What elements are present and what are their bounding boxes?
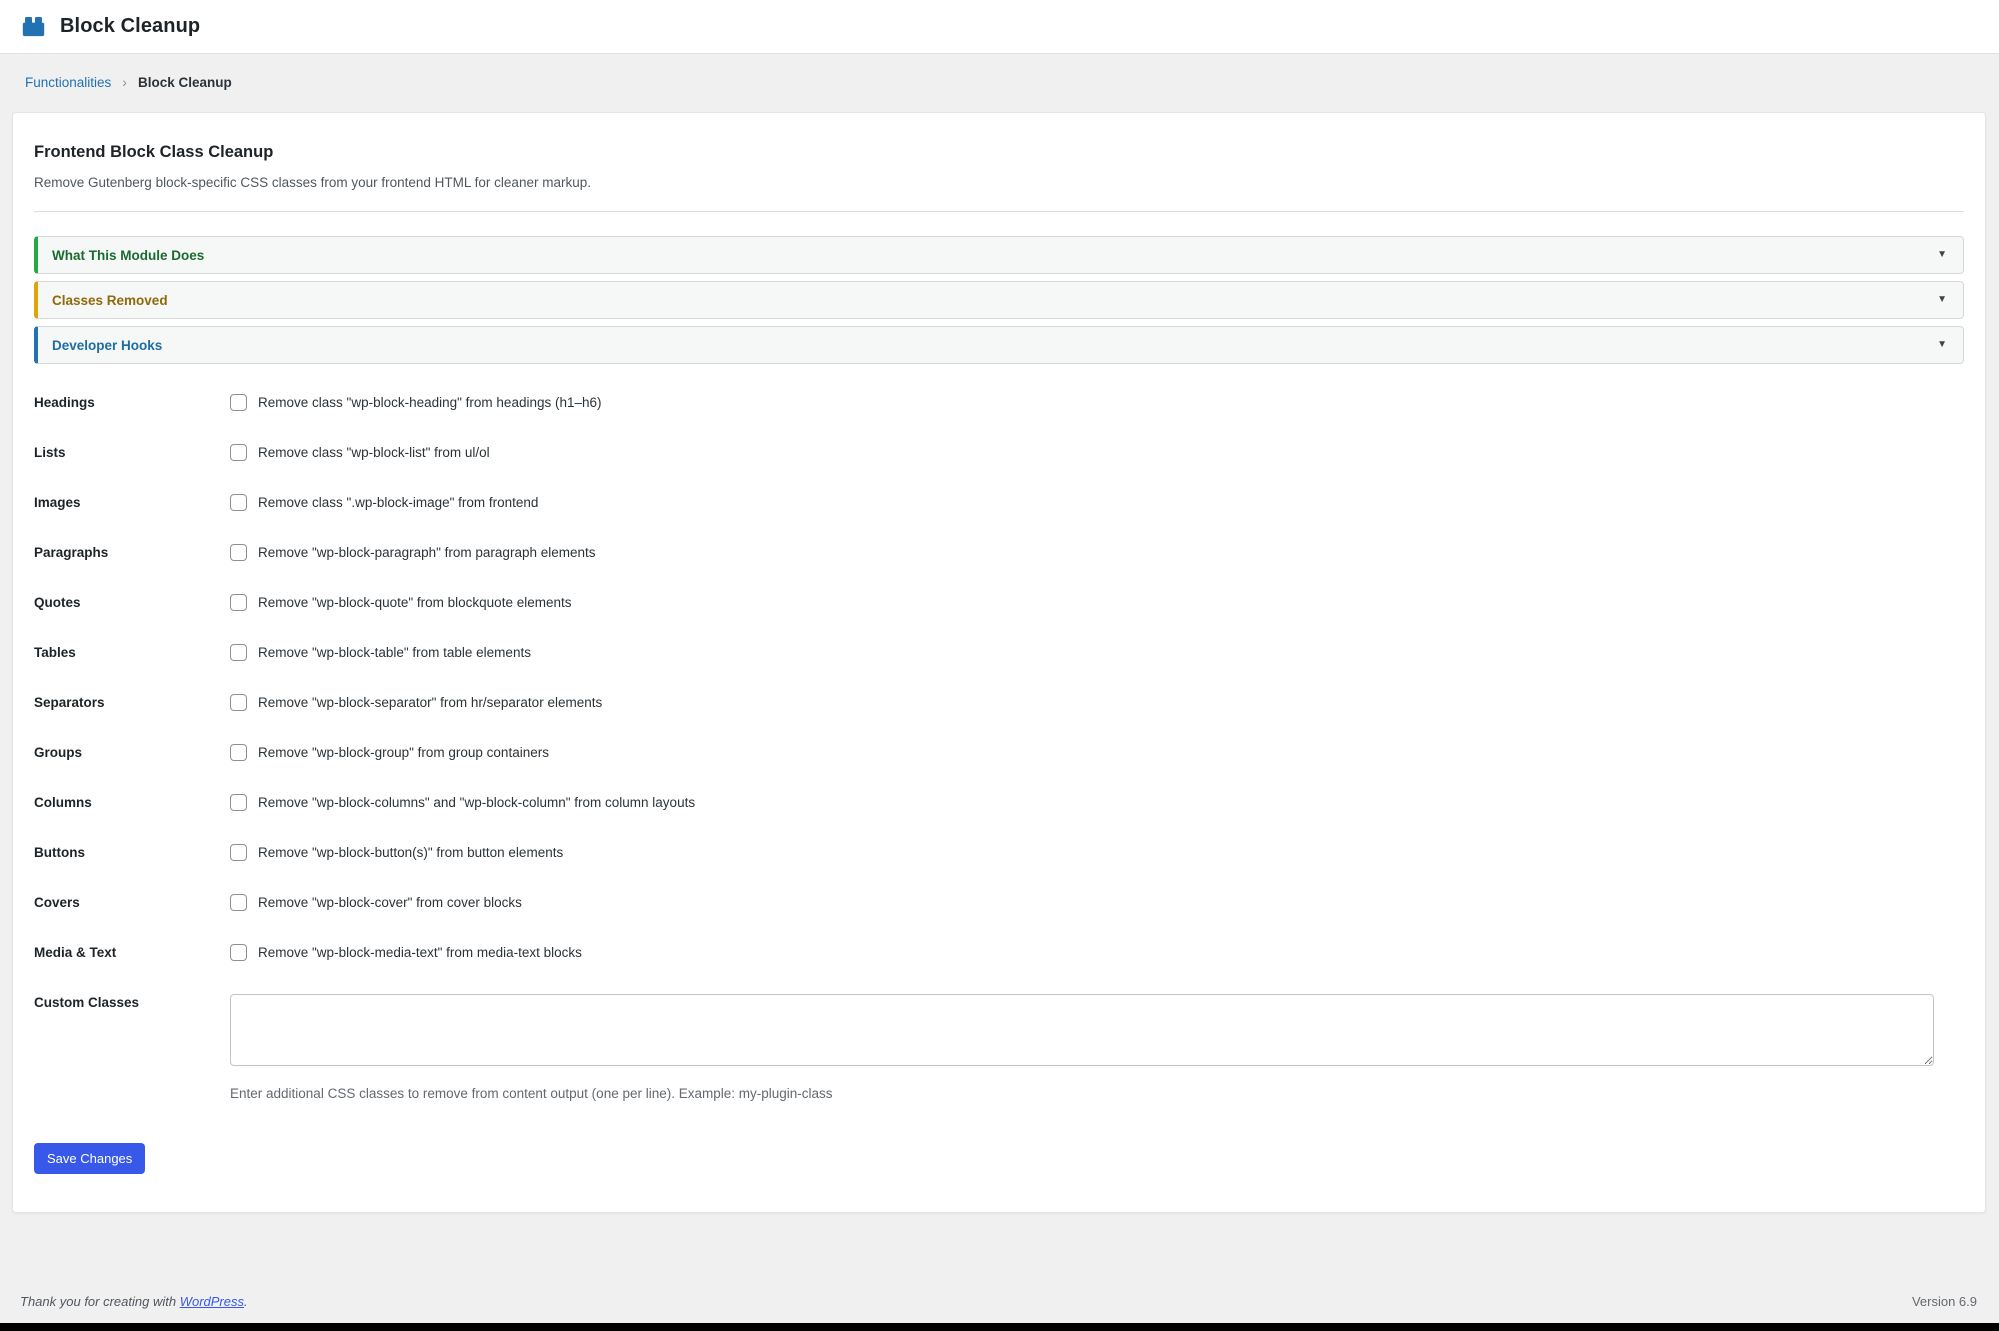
field-control: Remove class "wp-block-list" from ul/ol — [230, 444, 1964, 461]
field-row-images: Images Remove class ".wp-block-image" fr… — [34, 494, 1964, 514]
field-label: Lists — [34, 444, 230, 460]
field-row-paragraphs: Paragraphs Remove "wp-block-paragraph" f… — [34, 544, 1964, 564]
groups-checkbox[interactable] — [230, 744, 247, 761]
checkbox-label: Remove "wp-block-media-text" from media-… — [258, 945, 582, 960]
field-row-buttons: Buttons Remove "wp-block-button(s)" from… — [34, 844, 1964, 864]
field-control: Remove "wp-block-cover" from cover block… — [230, 894, 1964, 911]
admin-footer: Thank you for creating with WordPress. V… — [0, 1284, 1999, 1323]
checkbox-label: Remove "wp-block-columns" and "wp-block-… — [258, 795, 695, 810]
checkbox-label: Remove class "wp-block-list" from ul/ol — [258, 445, 490, 460]
footer-thanks: Thank you for creating with WordPress. — [20, 1294, 248, 1309]
checkbox-label: Remove class ".wp-block-image" from fron… — [258, 495, 538, 510]
quotes-checkbox[interactable] — [230, 594, 247, 611]
field-row-custom-classes: Custom Classes Enter additional CSS clas… — [34, 994, 1964, 1101]
accordion-what-this-module-does[interactable]: What This Module Does ▼ — [34, 236, 1964, 274]
field-control: Remove "wp-block-paragraph" from paragra… — [230, 544, 1964, 561]
field-label: Buttons — [34, 844, 230, 860]
settings-fields: Headings Remove class "wp-block-heading"… — [34, 394, 1964, 1101]
breadcrumb-separator-icon: › — [122, 74, 127, 90]
accordion-classes-removed[interactable]: Classes Removed ▼ — [34, 281, 1964, 319]
field-label: Custom Classes — [34, 994, 230, 1010]
field-control: Remove class "wp-block-heading" from hea… — [230, 394, 1964, 411]
bottom-black-bar — [0, 1323, 1999, 1331]
checkbox-label: Remove "wp-block-quote" from blockquote … — [258, 595, 571, 610]
wordpress-link[interactable]: WordPress — [180, 1294, 244, 1309]
field-label: Media & Text — [34, 944, 230, 960]
field-label: Quotes — [34, 594, 230, 610]
images-checkbox[interactable] — [230, 494, 247, 511]
field-label: Separators — [34, 694, 230, 710]
lists-checkbox[interactable] — [230, 444, 247, 461]
chevron-down-icon[interactable]: ▼ — [1937, 250, 1947, 260]
field-label: Columns — [34, 794, 230, 810]
card-description: Remove Gutenberg block-specific CSS clas… — [34, 175, 1964, 190]
field-row-lists: Lists Remove class "wp-block-list" from … — [34, 444, 1964, 464]
field-label: Covers — [34, 894, 230, 910]
breadcrumb-current: Block Cleanup — [138, 75, 232, 90]
accordion-title: Developer Hooks — [52, 338, 162, 353]
columns-checkbox[interactable] — [230, 794, 247, 811]
custom-classes-textarea[interactable] — [230, 994, 1934, 1066]
field-row-headings: Headings Remove class "wp-block-heading"… — [34, 394, 1964, 414]
field-row-columns: Columns Remove "wp-block-columns" and "w… — [34, 794, 1964, 814]
field-row-tables: Tables Remove "wp-block-table" from tabl… — [34, 644, 1964, 664]
covers-checkbox[interactable] — [230, 894, 247, 911]
field-control: Remove "wp-block-table" from table eleme… — [230, 644, 1964, 661]
checkbox-label: Remove "wp-block-group" from group conta… — [258, 745, 549, 760]
field-control: Remove "wp-block-quote" from blockquote … — [230, 594, 1964, 611]
field-row-covers: Covers Remove "wp-block-cover" from cove… — [34, 894, 1964, 914]
checkbox-label: Remove "wp-block-cover" from cover block… — [258, 895, 522, 910]
field-label: Headings — [34, 394, 230, 410]
save-changes-button[interactable]: Save Changes — [34, 1143, 145, 1174]
card-title: Frontend Block Class Cleanup — [34, 143, 1964, 162]
field-row-groups: Groups Remove "wp-block-group" from grou… — [34, 744, 1964, 764]
checkbox-label: Remove class "wp-block-heading" from hea… — [258, 395, 602, 410]
headings-checkbox[interactable] — [230, 394, 247, 411]
chevron-down-icon[interactable]: ▼ — [1937, 295, 1947, 305]
breadcrumb-link-functionalities[interactable]: Functionalities — [25, 75, 111, 90]
checkbox-label: Remove "wp-block-separator" from hr/sepa… — [258, 695, 602, 710]
settings-card: Frontend Block Class Cleanup Remove Gute… — [12, 112, 1986, 1213]
media-text-checkbox[interactable] — [230, 944, 247, 961]
field-label: Groups — [34, 744, 230, 760]
block-brick-icon — [20, 13, 47, 40]
field-control: Remove "wp-block-columns" and "wp-block-… — [230, 794, 1964, 811]
field-label: Tables — [34, 644, 230, 660]
field-control: Remove "wp-block-separator" from hr/sepa… — [230, 694, 1964, 711]
page-title: Block Cleanup — [60, 15, 200, 38]
chevron-down-icon[interactable]: ▼ — [1937, 340, 1947, 350]
breadcrumb: Functionalities › Block Cleanup — [0, 53, 1999, 102]
field-control: Enter additional CSS classes to remove f… — [230, 994, 1964, 1101]
field-control: Remove "wp-block-button(s)" from button … — [230, 844, 1964, 861]
checkbox-label: Remove "wp-block-button(s)" from button … — [258, 845, 563, 860]
tables-checkbox[interactable] — [230, 644, 247, 661]
field-label: Paragraphs — [34, 544, 230, 560]
buttons-checkbox[interactable] — [230, 844, 247, 861]
footer-thanks-text: Thank you for creating with — [20, 1294, 180, 1309]
field-control: Remove "wp-block-group" from group conta… — [230, 744, 1964, 761]
field-row-quotes: Quotes Remove "wp-block-quote" from bloc… — [34, 594, 1964, 614]
accordion-developer-hooks[interactable]: Developer Hooks ▼ — [34, 326, 1964, 364]
field-control: Remove "wp-block-media-text" from media-… — [230, 944, 1964, 961]
spacer — [0, 1213, 1999, 1284]
field-label: Images — [34, 494, 230, 510]
field-control: Remove class ".wp-block-image" from fron… — [230, 494, 1964, 511]
separators-checkbox[interactable] — [230, 694, 247, 711]
paragraphs-checkbox[interactable] — [230, 544, 247, 561]
checkbox-label: Remove "wp-block-paragraph" from paragra… — [258, 545, 596, 560]
accordion-title: What This Module Does — [52, 248, 204, 263]
footer-period: . — [244, 1294, 248, 1309]
custom-classes-help: Enter additional CSS classes to remove f… — [230, 1086, 1964, 1101]
divider — [34, 211, 1964, 212]
field-row-media-text: Media & Text Remove "wp-block-media-text… — [34, 944, 1964, 964]
accordion-title: Classes Removed — [52, 293, 168, 308]
field-row-separators: Separators Remove "wp-block-separator" f… — [34, 694, 1964, 714]
app-header: Block Cleanup — [0, 0, 1999, 53]
checkbox-label: Remove "wp-block-table" from table eleme… — [258, 645, 531, 660]
version-label: Version 6.9 — [1912, 1294, 1977, 1309]
